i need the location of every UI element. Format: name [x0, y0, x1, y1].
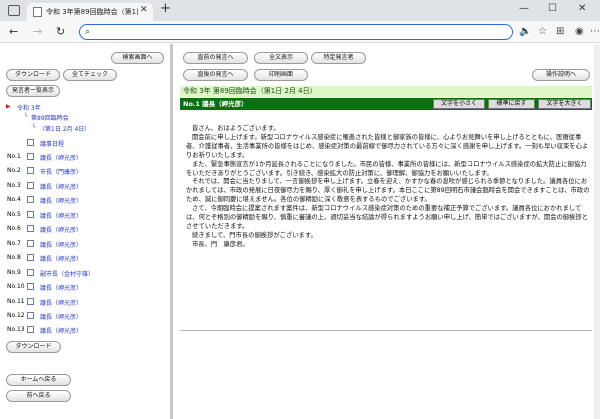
help-button[interactable]: 操作説明へ [532, 69, 590, 81]
tree-era[interactable]: 令和 3年 [17, 103, 41, 112]
speaker-link[interactable]: 議長（岬光彦） [40, 153, 82, 162]
speaker-link[interactable]: 副市長（金村守雄） [40, 269, 94, 278]
session-header: 令和 3年 第89回臨時会（第1日 2月 4日） [180, 86, 592, 97]
browser-window: 令和 3年第89回臨時会（第1日 2 ✕ + — ☐ ✕ ← → ↻ ⌕ 🔈 ☆… [0, 0, 600, 419]
speaker-number: No.9 [7, 269, 21, 276]
speaker-link[interactable]: 議長（岬光彦） [40, 196, 82, 205]
speaker-link[interactable]: 議長（岬光彦） [40, 283, 82, 292]
page-icon [33, 7, 42, 17]
agenda-link[interactable]: 議事日程 [40, 139, 64, 148]
speaker-checkbox[interactable] [27, 167, 34, 174]
speaker-number: No.8 [7, 254, 21, 261]
speech-paragraph: それでは、開会に当たりまして、一言御挨拶を申し上げます。立春を迎え、かすかな春の… [186, 178, 590, 204]
scrollbar[interactable] [594, 44, 600, 419]
speaker-checkbox[interactable] [27, 225, 34, 232]
tree-line-icon: └ [24, 113, 28, 120]
speaker-checkbox[interactable] [27, 283, 34, 290]
profile-icon[interactable]: ◉ [575, 26, 584, 37]
home-button[interactable]: ホームへ戻る [6, 374, 71, 386]
speech-body: 皆さん、おはようございます。 開会前に申し上げます。新型コロナウイルス感染症に罹… [186, 125, 590, 250]
download-button-bottom[interactable]: ダウンロード [6, 341, 61, 353]
active-tab[interactable]: 令和 3年第89回臨時会（第1日 2 ✕ [27, 3, 153, 21]
speaker-checkbox[interactable] [27, 153, 34, 160]
speaker-number: No.1 [7, 153, 21, 160]
speaker-number: No.5 [7, 211, 21, 218]
tree-day[interactable]: （第1日 2月 4日） [39, 124, 90, 133]
larger-text-button[interactable]: 文字を大きく [538, 99, 591, 109]
back-arrow-icon[interactable]: ← [9, 25, 18, 38]
more-icon[interactable]: ⋯ [590, 26, 600, 37]
speaker-checkbox[interactable] [27, 196, 34, 203]
speech-paragraph: 開会前に申し上げます。新型コロナウイルス感染症に罹患された皆様と御家族の皆様に、… [186, 133, 589, 159]
tab-bar: 令和 3年第89回臨時会（第1日 2 ✕ + — ☐ ✕ [0, 0, 600, 21]
tab-actions-icon[interactable] [8, 5, 20, 16]
smaller-text-button[interactable]: 文字を小さく [433, 99, 485, 109]
speaker-number: No.6 [7, 225, 21, 232]
speaker-checkbox[interactable] [27, 254, 34, 261]
specific-speaker-button[interactable]: 特定発言者 [311, 52, 366, 64]
expand-icon[interactable]: ▶ [6, 103, 11, 110]
tree-line-icon: └ [32, 124, 36, 131]
right-frame: 直前の発言へ 全文表示 特定発言者 直後の発言へ 印刷画面 操作説明へ 令和 3… [176, 44, 600, 419]
next-speech-button[interactable]: 直後の発言へ [183, 69, 248, 81]
collections-icon[interactable]: ⊞ [556, 26, 564, 37]
forward-arrow-icon[interactable]: → [33, 25, 42, 38]
download-button[interactable]: ダウンロード [6, 69, 60, 81]
speaker-link[interactable]: 議長（岬光彦） [40, 254, 82, 263]
speaker-link[interactable]: 市長（門康彦） [40, 167, 82, 176]
speaker-number: No.11 [7, 298, 25, 305]
speech-paragraph: 続きまして、門市長の御挨拶がございます。 [192, 231, 317, 239]
agenda-checkbox[interactable] [27, 139, 34, 146]
speaker-header-label: No.1 議長（岬光彦） [183, 100, 248, 108]
speaker-number: No.10 [7, 283, 25, 290]
speech-paragraph: 市長、門 康彦君。 [192, 240, 249, 248]
speaker-number: No.12 [7, 312, 25, 319]
address-bar: ← → ↻ ⌕ 🔈 ☆ ⊞ ◉ ⋯ [0, 21, 600, 43]
speaker-link[interactable]: 議長（岬光彦） [40, 240, 82, 249]
show-all-button[interactable]: 全文表示 [254, 52, 308, 64]
speaker-link[interactable]: 議長（岬光彦） [40, 225, 82, 234]
speaker-link[interactable]: 議長（岬光彦） [40, 298, 82, 307]
speaker-list-button[interactable]: 発言者一覧表示 [6, 85, 60, 97]
speaker-checkbox[interactable] [27, 182, 34, 189]
reload-icon[interactable]: ↻ [56, 25, 65, 38]
divider [180, 330, 592, 331]
url-input[interactable]: ⌕ [79, 24, 513, 40]
speaker-checkbox[interactable] [27, 312, 34, 319]
speaker-link[interactable]: 議長（岬光彦） [40, 326, 82, 335]
speaker-checkbox[interactable] [27, 240, 34, 247]
tab-title: 令和 3年第89回臨時会（第1日 2 [46, 8, 138, 16]
speaker-checkbox[interactable] [27, 326, 34, 333]
search-screen-button[interactable]: 検索画面へ [111, 52, 164, 64]
speaker-link[interactable]: 議長（岬光彦） [40, 182, 82, 191]
speaker-checkbox[interactable] [27, 298, 34, 305]
speech-paragraph: 皆さん、おはようございます。 [192, 125, 280, 132]
tree-session[interactable]: 第89回臨時会 [31, 113, 69, 122]
new-tab-icon[interactable]: + [160, 1, 171, 16]
maximize-icon[interactable]: ☐ [548, 3, 557, 14]
speaker-link[interactable]: 議長（岬光彦） [40, 312, 82, 321]
speaker-number: No.2 [7, 167, 21, 174]
speaker-checkbox[interactable] [27, 269, 34, 276]
speaker-number: No.13 [7, 326, 25, 333]
search-icon: ⌕ [85, 27, 91, 37]
speaker-link[interactable]: 議長（岬光彦） [40, 211, 82, 220]
speaker-number: No.4 [7, 196, 21, 203]
speech-paragraph: さて、今期臨時会に提案されます案件は、新型コロナウイルス感染症対策のための重要な… [186, 205, 588, 230]
check-all-button[interactable]: 全てチェック [63, 69, 117, 81]
left-frame: 検索画面へ ダウンロード 全てチェック 発言者一覧表示 ▶ 令和 3年 └ 第8… [0, 44, 173, 419]
sound-icon[interactable]: 🔈 [519, 26, 531, 37]
close-window-icon[interactable]: ✕ [578, 3, 586, 14]
normal-text-button[interactable]: 標準に戻す [488, 99, 535, 109]
prev-speech-button[interactable]: 直前の発言へ [183, 52, 248, 64]
favorites-icon[interactable]: ☆ [538, 26, 547, 37]
minimize-icon[interactable]: — [519, 3, 529, 14]
back-button[interactable]: 前へ戻る [6, 390, 71, 402]
print-screen-button[interactable]: 印刷画面 [254, 69, 308, 81]
speaker-number: No.3 [7, 182, 21, 189]
close-tab-icon[interactable]: ✕ [140, 5, 148, 15]
speaker-checkbox[interactable] [27, 211, 34, 218]
speaker-number: No.7 [7, 240, 21, 247]
speech-paragraph: また、緊急事態宣言が1か月延長されることになりました。市民の皆様、事業所の皆様に… [186, 160, 587, 177]
